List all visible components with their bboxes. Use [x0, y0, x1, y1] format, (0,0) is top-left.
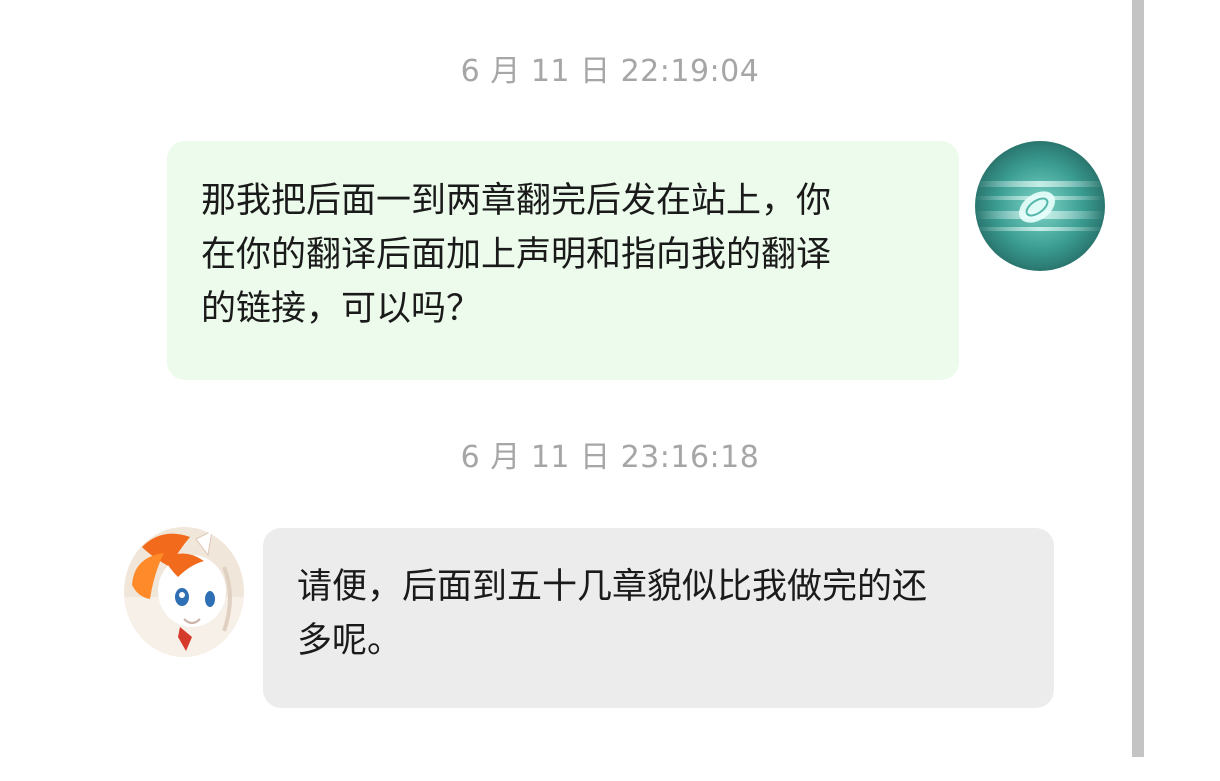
scrollbar[interactable]: [1132, 0, 1144, 757]
pony-avatar-image: [124, 527, 244, 657]
message-line: 那我把后面一到两章翻完后发在站上，你: [201, 181, 832, 221]
self-avatar-image: [975, 141, 1105, 271]
incoming-message-bubble[interactable]: 请便，后面到五十几章貌似比我做完的还 多呢。: [263, 528, 1054, 708]
chat-view: 6 月 11 日 22:19:04 那我把后面一到两章翻完后发在站上，你 在你的…: [0, 0, 1220, 781]
message-line: 请便，后面到五十几章貌似比我做完的还: [297, 567, 928, 607]
message-line: 的链接，可以吗？: [201, 289, 482, 329]
message-line: 在你的翻译后面加上声明和指向我的翻译: [201, 235, 832, 275]
message-line: 多呢。: [297, 621, 403, 661]
pony-avatar-icon[interactable]: [124, 527, 244, 657]
outgoing-message-bubble[interactable]: 那我把后面一到两章翻完后发在站上，你 在你的翻译后面加上声明和指向我的翻译 的链…: [167, 141, 959, 380]
message-timestamp: 6 月 11 日 23:16:18: [460, 440, 760, 475]
self-avatar-icon[interactable]: [975, 141, 1105, 271]
message-timestamp: 6 月 11 日 22:19:04: [460, 54, 760, 89]
